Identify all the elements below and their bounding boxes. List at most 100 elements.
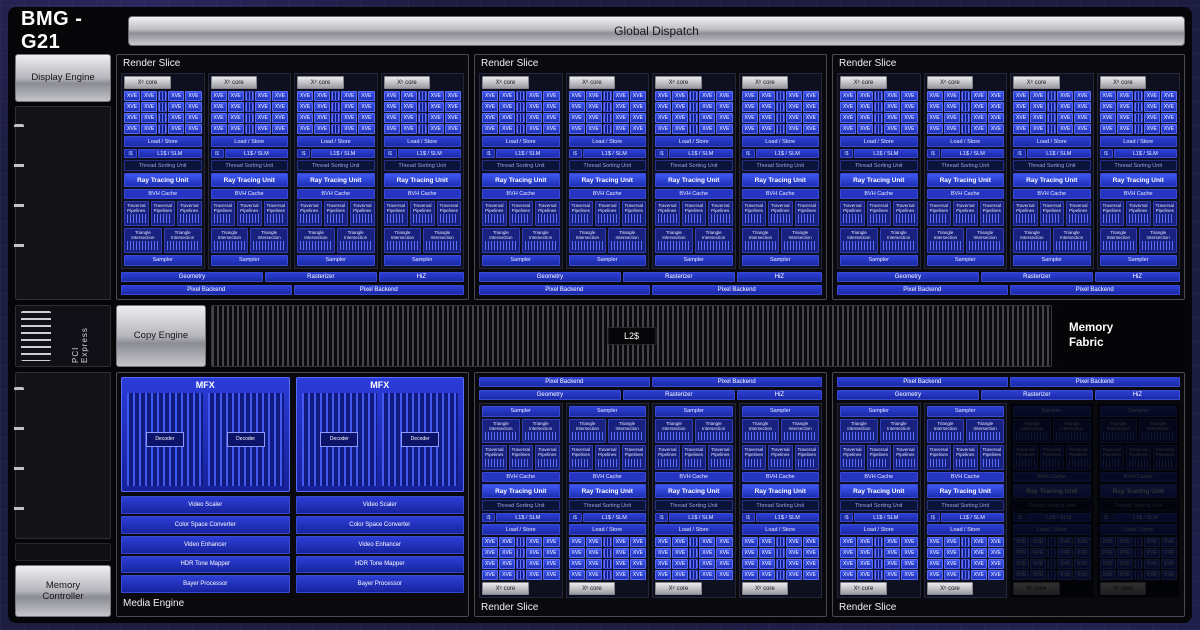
xve-unit: XVE — [384, 91, 400, 101]
triangle-intersection-label: Triangle Intersection — [1014, 420, 1050, 431]
traversal-pipelines-pipes-icon — [843, 459, 862, 467]
triangle-intersection-label: Triangle Intersection — [483, 420, 519, 431]
xve-unit: XVE — [1057, 102, 1073, 112]
traversal-pipelines-label: Traversal Pipelines — [152, 202, 175, 213]
load-store-unit: Load / Store — [840, 524, 918, 535]
bvh-cache: BVH Cache — [1013, 472, 1091, 482]
media-pipeline-stage: Video Scaler — [296, 496, 465, 514]
triangle-intersection-label: Triangle Intersection — [967, 229, 1003, 240]
xve-unit: XVE — [630, 570, 646, 580]
xe-core-tab: Xᵉ core — [1013, 582, 1060, 595]
xve-row: XVEXVEXVEXVE — [1100, 102, 1178, 112]
xve-unit: XVE — [655, 570, 671, 580]
xve-row: XVEXVEXVEXVE — [927, 91, 1005, 101]
xve-unit: XVE — [699, 91, 715, 101]
thread-sorting-unit: Thread Sorting Unit — [1100, 160, 1178, 171]
xve-unit: XVE — [884, 124, 900, 134]
mfx-engine-stripes: Decoder — [127, 393, 203, 487]
xve-unit: XVE — [1144, 91, 1160, 101]
ray-tracing-unit: Ray Tracing Unit — [840, 173, 918, 187]
header-row: BMG - G21 Global Dispatch — [15, 13, 1185, 49]
xve-unit: XVE — [272, 113, 288, 123]
triangle-intersection-pipes-icon — [340, 241, 372, 249]
bvh-cache: BVH Cache — [1100, 189, 1178, 199]
xve-unit: XVE — [971, 124, 987, 134]
triangle-intersection-label: Triangle Intersection — [1140, 420, 1176, 431]
traversal-pipelines-label: Traversal Pipelines — [709, 202, 732, 213]
xve-row: XVEXVEXVEXVE — [482, 102, 560, 112]
media-pipeline-stage: Video Scaler — [121, 496, 290, 514]
xve-row: XVEXVEXVEXVE — [927, 124, 1005, 134]
l1-slm-cache: L1$ / SLM — [756, 513, 820, 522]
instruction-cache: I$ — [1013, 149, 1026, 158]
xve-unit: XVE — [759, 548, 775, 558]
xve-port-stripes-icon — [961, 113, 970, 123]
xve-row: XVEXVEXVEXVE — [655, 91, 733, 101]
traversal-pipelines: Traversal Pipelines — [893, 201, 918, 226]
xve-unit: XVE — [971, 548, 987, 558]
xve-row: XVEXVEXVEXVE — [840, 559, 918, 569]
xve-port-stripes-icon — [603, 91, 612, 101]
xve-unit: XVE — [1030, 91, 1046, 101]
xve-unit: XVE — [759, 113, 775, 123]
traversal-pipelines-label: Traversal Pipelines — [796, 202, 819, 213]
xe-core-tab: Xᵉ core — [297, 76, 344, 89]
geometry-row: GeometryRasterizerHiZ — [479, 390, 822, 400]
instruction-cache: I$ — [569, 513, 582, 522]
xve-unit: XVE — [630, 124, 646, 134]
xve-unit: XVE — [185, 113, 201, 123]
xve-unit: XVE — [901, 537, 917, 547]
ray-tracing-unit: Ray Tracing Unit — [742, 173, 820, 187]
traversal-pipelines-pipes-icon — [1156, 214, 1175, 222]
xve-unit: XVE — [499, 113, 515, 123]
xve-unit: XVE — [1161, 124, 1177, 134]
xve-row: XVEXVEXVEXVE — [927, 548, 1005, 558]
xve-port-stripes-icon — [1047, 548, 1056, 558]
xve-port-stripes-icon — [776, 91, 785, 101]
pixel-backend-unit: Pixel Backend — [837, 377, 1008, 387]
traversal-pipelines: Traversal Pipelines — [1066, 201, 1091, 226]
xve-port-stripes-icon — [158, 124, 167, 134]
xve-unit: XVE — [759, 102, 775, 112]
load-store-unit: Load / Store — [1100, 524, 1178, 535]
xve-unit: XVE — [314, 91, 330, 101]
geometry-unit: Geometry — [121, 272, 263, 282]
mfx-body: DecoderDecoder — [127, 393, 284, 487]
ray-tracing-unit: Ray Tracing Unit — [1013, 173, 1091, 187]
xve-unit: XVE — [857, 537, 873, 547]
traversal-pipelines-pipes-icon — [485, 214, 504, 222]
xve-port-stripes-icon — [776, 548, 785, 558]
triangle-intersection-label: Triangle Intersection — [841, 229, 877, 240]
bvh-cache: BVH Cache — [742, 189, 820, 199]
xve-row: XVEXVEXVEXVE — [482, 124, 560, 134]
sampler-unit: Sampler — [124, 255, 202, 266]
xve-unit: XVE — [1013, 548, 1029, 558]
xve-port-stripes-icon — [603, 559, 612, 569]
load-store-unit: Load / Store — [655, 136, 733, 147]
traversal-pipelines-pipes-icon — [572, 214, 591, 222]
triangle-intersection: Triangle Intersection — [124, 228, 162, 253]
xve-unit: XVE — [655, 113, 671, 123]
xve-unit: XVE — [141, 113, 157, 123]
traversal-pipelines: Traversal Pipelines — [795, 201, 820, 226]
xve-unit: XVE — [586, 102, 602, 112]
triangle-intersection-pipes-icon — [1016, 241, 1048, 249]
xve-unit: XVE — [314, 124, 330, 134]
sampler-unit: Sampler — [655, 406, 733, 417]
xve-unit: XVE — [613, 124, 629, 134]
xve-unit: XVE — [1030, 548, 1046, 558]
l1-cache-row: I$L1$ / SLM — [927, 513, 1005, 522]
xve-port-stripes-icon — [418, 102, 427, 112]
xve-unit: XVE — [630, 113, 646, 123]
l1-cache-row: I$L1$ / SLM — [124, 149, 202, 158]
traversal-pipelines-pipes-icon — [1103, 214, 1122, 222]
xve-port-stripes-icon — [961, 124, 970, 134]
xve-unit: XVE — [840, 124, 856, 134]
xve-unit: XVE — [141, 124, 157, 134]
xve-unit: XVE — [526, 113, 542, 123]
xe-core: Xᵉ coreXVEXVEXVEXVEXVEXVEXVEXVEXVEXVEXVE… — [566, 403, 650, 599]
load-store-unit: Load / Store — [384, 136, 462, 147]
render-slice-title: Render Slice — [837, 57, 1180, 70]
traversal-pipelines: Traversal Pipelines — [768, 445, 793, 470]
xve-unit: XVE — [1161, 548, 1177, 558]
